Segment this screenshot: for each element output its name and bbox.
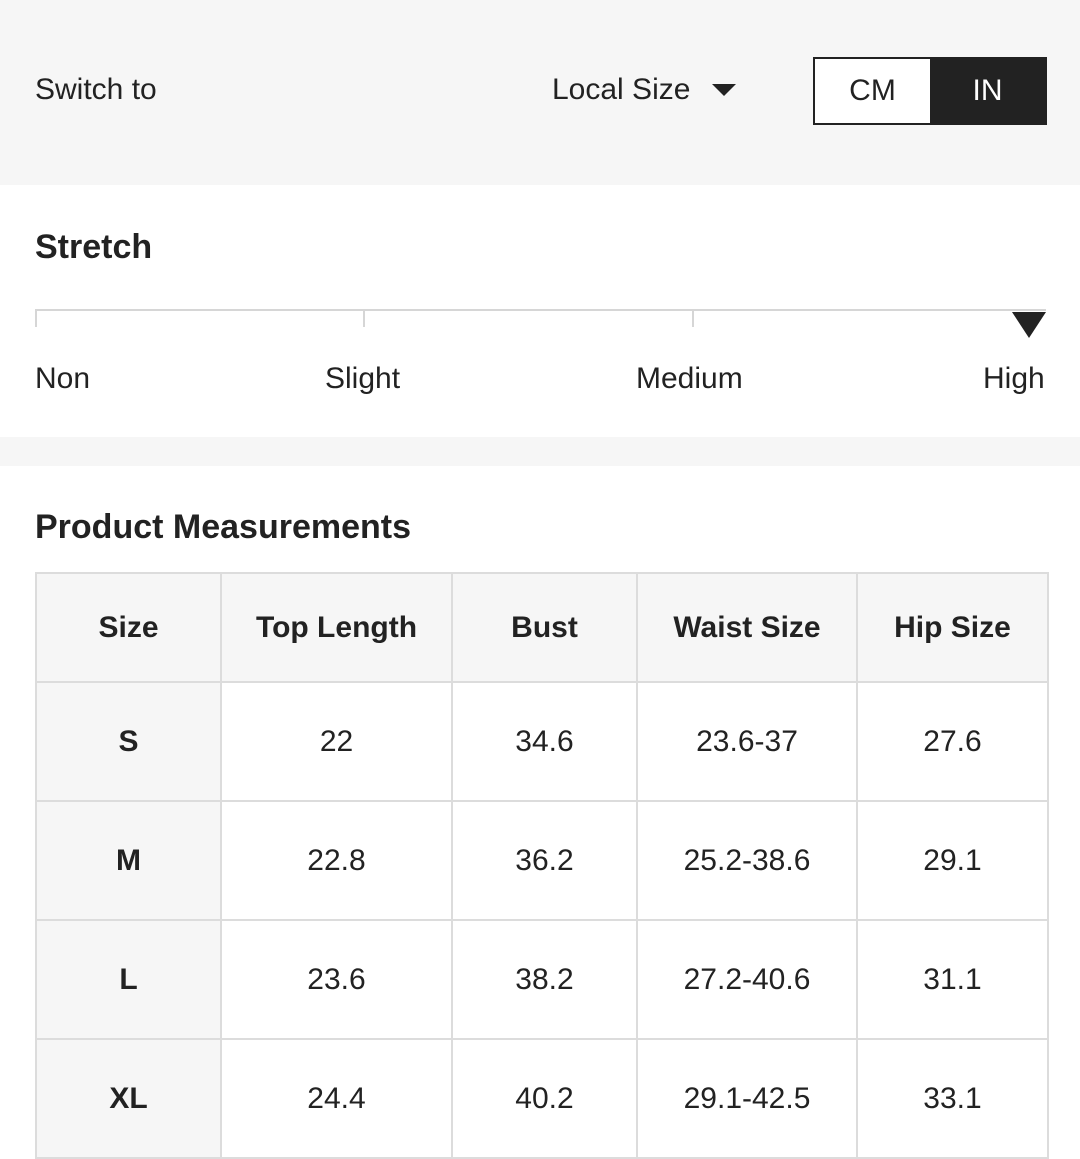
stretch-level-non: Non bbox=[35, 362, 91, 395]
column-header-top-length: Top Length bbox=[220, 572, 453, 683]
table-cell: 24.4 bbox=[220, 1038, 453, 1159]
stretch-level-medium: Medium bbox=[636, 362, 743, 395]
column-header-hip-size: Hip Size bbox=[856, 572, 1049, 683]
column-header-waist-size: Waist Size bbox=[636, 572, 858, 683]
stretch-scale-tick bbox=[692, 309, 694, 327]
table-cell: 29.1-42.5 bbox=[636, 1038, 858, 1159]
local-size-dropdown[interactable]: Local Size bbox=[552, 72, 737, 108]
table-cell: 34.6 bbox=[451, 681, 638, 802]
size-cell: S bbox=[35, 681, 222, 802]
stretch-level-high: High bbox=[983, 362, 1045, 395]
caret-down-icon bbox=[712, 84, 737, 96]
stretch-section: Stretch Non Slight Medium High bbox=[0, 185, 1080, 437]
unit-toggle: CM IN bbox=[813, 57, 1047, 125]
size-cell: L bbox=[35, 919, 222, 1040]
product-measurements-title: Product Measurements bbox=[35, 508, 411, 546]
table-cell: 40.2 bbox=[451, 1038, 638, 1159]
table-cell: 27.2-40.6 bbox=[636, 919, 858, 1040]
size-switch-bar: Switch to Local Size CM IN bbox=[0, 0, 1080, 185]
size-cell: XL bbox=[35, 1038, 222, 1159]
table-cell: 22.8 bbox=[220, 800, 453, 921]
column-header-size: Size bbox=[35, 572, 222, 683]
section-divider bbox=[0, 437, 1080, 466]
stretch-level-slight: Slight bbox=[325, 362, 401, 395]
stretch-scale-tick bbox=[35, 309, 37, 327]
table-cell: 29.1 bbox=[856, 800, 1049, 921]
unit-option-cm[interactable]: CM bbox=[815, 59, 930, 123]
switch-to-label: Switch to bbox=[35, 73, 157, 106]
measurements-table: Size Top Length Bust Waist Size Hip Size… bbox=[35, 572, 1049, 1159]
table-row: S 22 34.6 23.6-37 27.6 bbox=[35, 681, 1049, 802]
table-row: XL 24.4 40.2 29.1-42.5 33.1 bbox=[35, 1038, 1049, 1159]
table-cell: 23.6 bbox=[220, 919, 453, 1040]
table-cell: 23.6-37 bbox=[636, 681, 858, 802]
column-header-bust: Bust bbox=[451, 572, 638, 683]
table-cell: 36.2 bbox=[451, 800, 638, 921]
table-cell: 22 bbox=[220, 681, 453, 802]
table-row: M 22.8 36.2 25.2-38.6 29.1 bbox=[35, 800, 1049, 921]
table-cell: 31.1 bbox=[856, 919, 1049, 1040]
table-cell: 27.6 bbox=[856, 681, 1049, 802]
stretch-scale-tick bbox=[363, 309, 365, 327]
table-cell: 25.2-38.6 bbox=[636, 800, 858, 921]
size-cell: M bbox=[35, 800, 222, 921]
table-row: L 23.6 38.2 27.2-40.6 31.1 bbox=[35, 919, 1049, 1040]
stretch-scale-line bbox=[35, 309, 1046, 311]
table-header-row: Size Top Length Bust Waist Size Hip Size bbox=[35, 572, 1049, 683]
local-size-dropdown-label: Local Size bbox=[552, 73, 691, 106]
triangle-down-icon bbox=[1012, 312, 1046, 338]
table-cell: 33.1 bbox=[856, 1038, 1049, 1159]
unit-option-in[interactable]: IN bbox=[930, 59, 1045, 123]
table-cell: 38.2 bbox=[451, 919, 638, 1040]
stretch-title: Stretch bbox=[35, 228, 153, 266]
